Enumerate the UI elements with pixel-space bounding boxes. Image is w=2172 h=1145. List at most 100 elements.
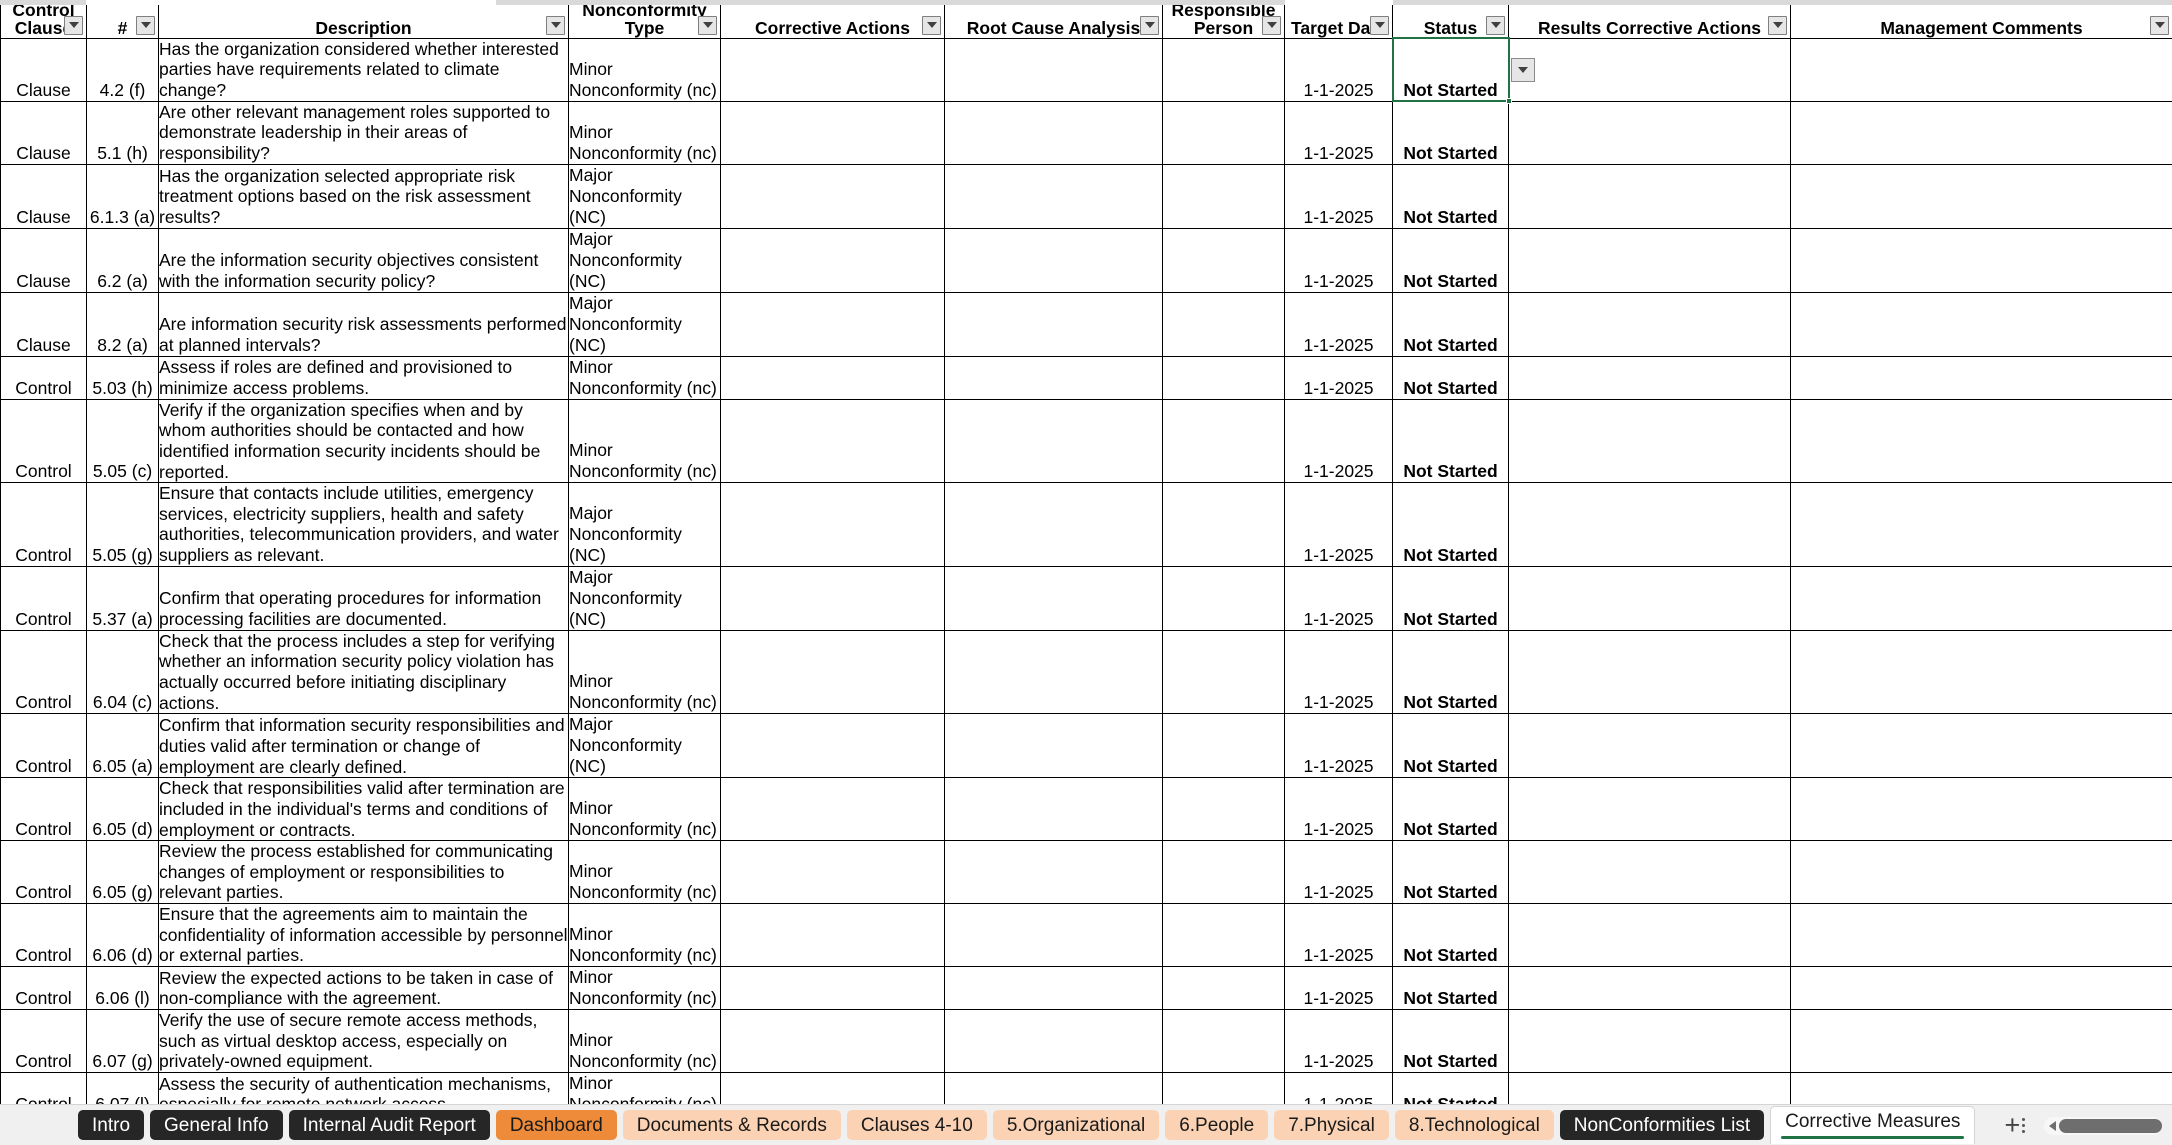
cell-nctype[interactable]: Minor Nonconformity (nc) — [568, 100, 721, 165]
cell-nctype[interactable]: Minor Nonconformity (nc) — [568, 777, 721, 842]
cell-comments[interactable] — [1790, 163, 2172, 229]
cell-desc[interactable]: Review the expected actions to be taken … — [158, 966, 569, 1011]
column-header-rootcause[interactable]: Root Cause Analysis — [944, 0, 1163, 39]
cell-nctype[interactable]: Minor Nonconformity (nc) — [568, 398, 721, 484]
filter-dropdown-status[interactable] — [1486, 15, 1505, 35]
table-row[interactable]: Clause 4.2 (f) Has the organization consid… — [0, 37, 2172, 102]
scrollbar-thumb[interactable] — [2059, 1118, 2162, 1133]
horizontal-scrollbar[interactable] — [2044, 1116, 2162, 1135]
cell-corrective[interactable] — [720, 777, 945, 842]
cell-comments[interactable] — [1790, 966, 2172, 1011]
cell-clause[interactable]: Clause — [0, 163, 87, 229]
cell-nctype[interactable]: Major Nonconformity (NC) — [568, 482, 721, 567]
cell-rootcause[interactable] — [944, 713, 1163, 779]
cell-date[interactable]: 1-1-2025 — [1284, 355, 1393, 400]
cell-date[interactable]: 1-1-2025 — [1284, 398, 1393, 484]
cell-comments[interactable] — [1790, 1009, 2172, 1073]
cell-person[interactable] — [1162, 629, 1285, 715]
cell-clause[interactable]: Control — [0, 777, 87, 842]
cell-status[interactable]: Not Started — [1392, 1009, 1509, 1073]
cell-comments[interactable] — [1790, 227, 2172, 293]
cell-corrective[interactable] — [720, 355, 945, 400]
table-row[interactable]: Control 5.37 (a) Confirm that operating pr… — [0, 565, 2172, 631]
table-row[interactable]: Clause 6.2 (a) Are the information securit… — [0, 227, 2172, 293]
cell-date[interactable]: 1-1-2025 — [1284, 903, 1393, 968]
sheet-options-kebab-icon[interactable] — [2012, 1113, 2034, 1139]
column-header-num[interactable]: # — [86, 0, 159, 39]
cell-results[interactable] — [1508, 777, 1791, 842]
cell-status[interactable]: Not Started — [1392, 777, 1509, 842]
cell-corrective[interactable] — [720, 903, 945, 968]
cell-date[interactable]: 1-1-2025 — [1284, 565, 1393, 631]
cell-rootcause[interactable] — [944, 629, 1163, 715]
cell-desc[interactable]: Check that responsibilities valid after … — [158, 777, 569, 842]
filter-dropdown-desc[interactable] — [546, 15, 565, 35]
cell-rootcause[interactable] — [944, 291, 1163, 357]
cell-clause[interactable]: Clause — [0, 227, 87, 293]
table-row[interactable]: Control 6.05 (d) Check that responsibiliti… — [0, 777, 2172, 842]
cell-desc[interactable]: Check that the process includes a step f… — [158, 629, 569, 715]
cell-corrective[interactable] — [720, 398, 945, 484]
cell-nctype[interactable]: Minor Nonconformity (nc) — [568, 966, 721, 1011]
filter-dropdown-rootcause[interactable] — [1140, 15, 1159, 35]
cell-results[interactable] — [1508, 355, 1791, 400]
sheet-tab-clauses-4-10[interactable]: Clauses 4-10 — [846, 1110, 987, 1140]
cell-num[interactable]: 6.07 (g) — [86, 1009, 159, 1073]
cell-status[interactable]: Not Started — [1392, 966, 1509, 1011]
table-row[interactable]: Control 6.07 (l) Assess the security of au… — [0, 1071, 2172, 1104]
cell-num[interactable]: 6.05 (a) — [86, 713, 159, 779]
cell-status[interactable]: Not Started — [1392, 565, 1509, 631]
cell-clause[interactable]: Control — [0, 565, 87, 631]
table-row[interactable]: Control 6.05 (a) Confirm that information … — [0, 713, 2172, 779]
cell-results[interactable] — [1508, 565, 1791, 631]
cell-comments[interactable] — [1790, 37, 2172, 102]
cell-comments[interactable] — [1790, 355, 2172, 400]
cell-desc[interactable]: Assess the security of authentication me… — [158, 1071, 569, 1104]
selection-fill-handle[interactable] — [1505, 98, 1512, 105]
cell-person[interactable] — [1162, 903, 1285, 968]
cell-person[interactable] — [1162, 398, 1285, 484]
table-row[interactable]: Control 6.06 (l) Review the expected actio… — [0, 966, 2172, 1011]
cell-desc[interactable]: Assess if roles are defined and provisio… — [158, 355, 569, 400]
column-header-date[interactable]: Target Date — [1284, 0, 1393, 39]
cell-rootcause[interactable] — [944, 565, 1163, 631]
cell-num[interactable]: 6.04 (c) — [86, 629, 159, 715]
cell-num[interactable]: 6.06 (l) — [86, 966, 159, 1011]
cell-date[interactable]: 1-1-2025 — [1284, 966, 1393, 1011]
sheet-tab-7-physical[interactable]: 7.Physical — [1274, 1110, 1389, 1140]
table-row[interactable]: Clause 6.1.3 (a) Has the organization sele… — [0, 163, 2172, 229]
cell-rootcause[interactable] — [944, 1071, 1163, 1104]
filter-dropdown-corrective[interactable] — [922, 15, 941, 35]
cell-desc[interactable]: Confirm that operating procedures for in… — [158, 565, 569, 631]
cell-nctype[interactable]: Minor Nonconformity (nc) — [568, 1009, 721, 1073]
cell-status[interactable]: Not Started — [1392, 163, 1509, 229]
cell-rootcause[interactable] — [944, 966, 1163, 1011]
cell-corrective[interactable] — [720, 1071, 945, 1104]
sheet-tab-intro[interactable]: Intro — [78, 1110, 145, 1140]
cell-num[interactable]: 6.05 (g) — [86, 840, 159, 905]
filter-dropdown-comments[interactable] — [2150, 15, 2169, 35]
column-header-status[interactable]: Status — [1392, 0, 1509, 39]
cell-status[interactable]: Not Started — [1392, 629, 1509, 715]
cell-comments[interactable] — [1790, 398, 2172, 484]
table-row[interactable]: Clause 5.1 (h) Are other relevant manageme… — [0, 100, 2172, 165]
cell-clause[interactable]: Control — [0, 1071, 87, 1104]
cell-rootcause[interactable] — [944, 777, 1163, 842]
cell-status[interactable]: Not Started — [1392, 291, 1509, 357]
cell-results[interactable] — [1508, 227, 1791, 293]
cell-clause[interactable]: Control — [0, 482, 87, 567]
table-row[interactable]: Control 6.05 (g) Review the process establ… — [0, 840, 2172, 905]
cell-rootcause[interactable] — [944, 227, 1163, 293]
cell-person[interactable] — [1162, 1071, 1285, 1104]
column-header-person[interactable]: Responsible Person — [1162, 0, 1285, 39]
cell-desc[interactable]: Confirm that information security respon… — [158, 713, 569, 779]
cell-desc[interactable]: Ensure that contacts include utilities, … — [158, 482, 569, 567]
cell-nctype[interactable]: Minor Nonconformity (nc) — [568, 37, 721, 102]
cell-clause[interactable]: Control — [0, 398, 87, 484]
cell-num[interactable]: 5.1 (h) — [86, 100, 159, 165]
filter-dropdown-date[interactable] — [1370, 15, 1389, 35]
scroll-left-icon[interactable] — [2049, 1120, 2056, 1131]
sheet-tab-6-people[interactable]: 6.People — [1165, 1110, 1269, 1140]
cell-desc[interactable]: Has the organization considered whether … — [158, 37, 569, 102]
cell-status[interactable]: Not Started — [1392, 482, 1509, 567]
